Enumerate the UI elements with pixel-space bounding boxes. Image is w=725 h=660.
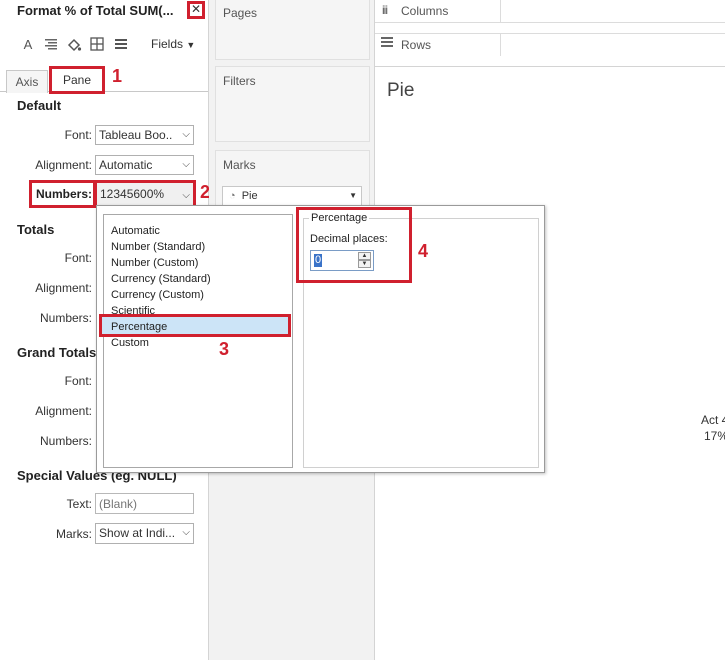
chevron-down-icon: ⌵ <box>182 527 190 538</box>
decimal-places-value[interactable]: 0 <box>314 254 323 267</box>
pie-label-value: 17% <box>704 429 725 443</box>
stepper-up-icon[interactable]: ▲ <box>358 252 371 260</box>
chevron-down-icon: ⌵ <box>182 129 190 140</box>
format-pane-title: Format % of Total SUM(... <box>17 3 174 18</box>
chevron-down-icon: ⌵ <box>182 190 190 201</box>
special-marks-label: Marks: <box>56 527 92 541</box>
stepper-down-icon[interactable]: ▼ <box>358 260 371 268</box>
close-button[interactable]: ✕ <box>187 1 205 19</box>
special-text-label: Text: <box>66 497 92 511</box>
fields-label: Fields <box>151 37 184 51</box>
default-font-label: Font: <box>64 128 92 142</box>
default-font-dropdown[interactable]: Tableau Boo.. ⌵ <box>95 125 194 145</box>
columns-shelf[interactable]: iii Columns <box>375 0 725 23</box>
list-item-selected[interactable]: Percentage <box>99 314 291 337</box>
special-marks-value: Show at Indi... <box>99 526 176 540</box>
marks-label: Marks <box>223 158 256 172</box>
list-item[interactable]: Number (Standard) <box>111 239 205 255</box>
default-numbers-value: 12345600% <box>100 187 165 201</box>
special-marks-dropdown[interactable]: Show at Indi... ⌵ <box>95 523 194 544</box>
filters-label: Filters <box>223 74 256 88</box>
rows-icon <box>381 36 393 51</box>
list-item[interactable]: Custom <box>111 335 149 351</box>
rows-shelf[interactable]: Rows <box>375 33 725 56</box>
chevron-down-icon: ▼ <box>186 40 196 50</box>
grand-totals-alignment-label: Alignment: <box>35 404 92 418</box>
annotation-3: 3 <box>219 339 230 359</box>
grand-totals-heading: Grand Totals <box>17 345 97 360</box>
chevron-down-icon: ▼ <box>349 191 357 200</box>
annotation-1: 1 <box>112 66 123 86</box>
grand-totals-numbers-label: Numbers: <box>39 434 92 448</box>
sheet-title: Pie <box>387 80 415 101</box>
shading-icon[interactable] <box>66 37 82 53</box>
default-numbers-label: Numbers: <box>35 187 92 201</box>
alignment-icon[interactable] <box>43 37 59 53</box>
number-format-popup: Automatic Number (Standard) Number (Cust… <box>96 205 545 473</box>
default-alignment-dropdown[interactable]: Automatic ⌵ <box>95 155 194 175</box>
chevron-down-icon: ⌵ <box>182 159 190 170</box>
tab-pane-label: Pane <box>62 73 92 87</box>
default-alignment-label: Alignment: <box>35 158 92 172</box>
tab-pane[interactable]: Pane <box>49 66 105 94</box>
marks-card: Marks ◔ Pie ▼ <box>215 150 370 210</box>
grand-totals-font-label: Font: <box>64 374 92 388</box>
default-font-value: Tableau Boo.. <box>99 128 173 142</box>
columns-icon: iii <box>382 3 388 17</box>
close-icon: ✕ <box>190 2 202 16</box>
tab-axis[interactable]: Axis <box>6 70 48 93</box>
list-item[interactable]: Currency (Custom) <box>111 287 204 303</box>
tab-axis-label: Axis <box>15 75 39 89</box>
list-item[interactable]: Number (Custom) <box>111 255 198 271</box>
borders-icon[interactable] <box>89 37 105 53</box>
decimal-places-label: Decimal places: <box>310 233 388 245</box>
totals-numbers-label: Numbers: <box>39 311 92 325</box>
filters-card[interactable]: Filters <box>215 66 370 142</box>
list-item[interactable]: Automatic <box>111 223 160 239</box>
columns-rows-shelves: iii Columns Rows <box>375 0 725 67</box>
mark-type-value: Pie <box>241 190 258 202</box>
shelf-divider <box>500 34 501 56</box>
pie-icon: ◔ <box>229 190 236 202</box>
totals-heading: Totals <box>17 222 55 237</box>
default-numbers-dropdown[interactable]: 12345600% ⌵ <box>94 180 196 208</box>
totals-font-label: Font: <box>64 251 92 265</box>
default-alignment-value: Automatic <box>99 158 153 172</box>
fields-dropdown[interactable]: Fields ▼ <box>151 37 195 51</box>
pages-label: Pages <box>223 6 258 20</box>
pages-card[interactable]: Pages <box>215 0 370 60</box>
mark-type-dropdown[interactable]: ◔ Pie ▼ <box>222 186 362 206</box>
shelf-divider <box>500 0 501 22</box>
default-heading: Default <box>17 98 62 113</box>
selected-option-label: Percentage <box>111 321 168 333</box>
pie-label-name: Act 4 <box>701 413 725 427</box>
font-icon[interactable]: A <box>20 37 36 53</box>
annotation-4: 4 <box>418 241 429 261</box>
columns-label: Columns <box>401 4 449 18</box>
rows-label: Rows <box>401 38 432 52</box>
format-type-list: Automatic Number (Standard) Number (Cust… <box>99 214 293 468</box>
lines-icon[interactable] <box>113 37 129 53</box>
decimal-places-stepper[interactable]: 0 ▲ ▼ <box>310 250 374 271</box>
totals-alignment-label: Alignment: <box>35 281 92 295</box>
list-item[interactable]: Currency (Standard) <box>111 271 211 287</box>
special-text-input[interactable] <box>95 493 194 514</box>
group-title: Percentage <box>309 212 370 224</box>
